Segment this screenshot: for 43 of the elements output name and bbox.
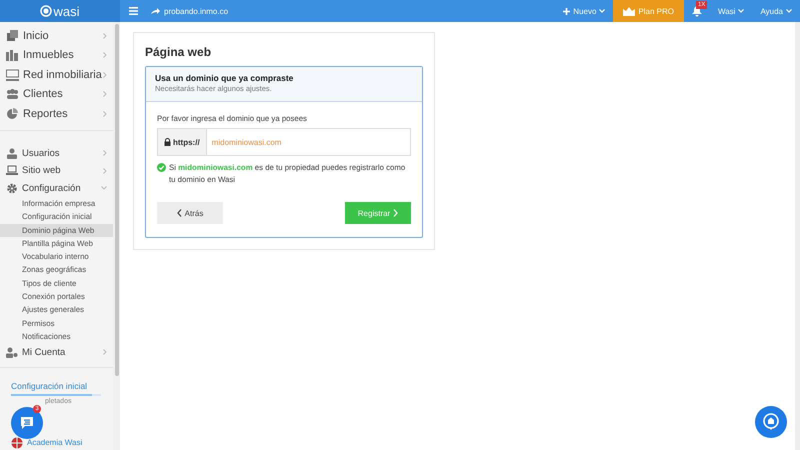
chevron-icon <box>103 110 107 117</box>
plus-icon <box>563 8 570 14</box>
url-prefix: https:// <box>157 128 207 156</box>
buildings-icon <box>6 49 19 62</box>
chevron-icon <box>103 32 107 39</box>
page-title: Página web <box>145 45 212 59</box>
panel-title: Usa un dominio que ya compraste <box>155 73 294 83</box>
network-icon <box>6 68 19 81</box>
sidebar-item[interactable]: Usuarios <box>0 144 113 162</box>
sidebar-item[interactable]: Inicio <box>0 26 113 46</box>
sidebar-item[interactable]: Sitio web <box>0 162 113 180</box>
chevron-icon <box>103 72 107 78</box>
caret-icon <box>738 9 744 13</box>
lock-icon <box>164 138 171 146</box>
chat-icon <box>20 416 34 430</box>
crown-icon <box>623 6 636 16</box>
check-icon <box>157 163 166 172</box>
sidebar-item[interactable]: Mi Cuenta <box>0 343 113 361</box>
caret-icon <box>599 9 606 13</box>
gear-icon <box>6 182 18 194</box>
sidebar-item[interactable]: Reportes <box>0 104 113 124</box>
caret-icon <box>786 9 792 13</box>
menu-icon[interactable] <box>129 7 138 15</box>
share-icon <box>151 8 160 14</box>
help-button[interactable] <box>755 406 787 438</box>
house-icon <box>762 413 780 431</box>
sidebar-item[interactable]: Clientes <box>0 84 113 104</box>
bell-icon[interactable] <box>692 6 702 16</box>
chevron-icon <box>103 91 107 98</box>
pie-chart-icon <box>6 108 19 120</box>
chevron-left-icon <box>176 209 182 217</box>
building-icon <box>6 30 19 42</box>
sidebar-item[interactable]: Inmuebles <box>0 46 113 65</box>
sidebar-item[interactable]: Configuración <box>0 180 113 197</box>
user-icon <box>6 148 18 159</box>
laptop-icon <box>6 165 18 176</box>
scrollbar-thumb[interactable] <box>114 24 118 376</box>
chevron-icon <box>103 52 107 58</box>
user-gear-icon <box>6 346 18 358</box>
sidebar-item[interactable]: Red inmobiliaria <box>0 65 113 84</box>
chevron-right-icon <box>393 209 398 217</box>
back-button[interactable]: Atrás <box>157 202 223 224</box>
users-icon <box>6 88 19 100</box>
